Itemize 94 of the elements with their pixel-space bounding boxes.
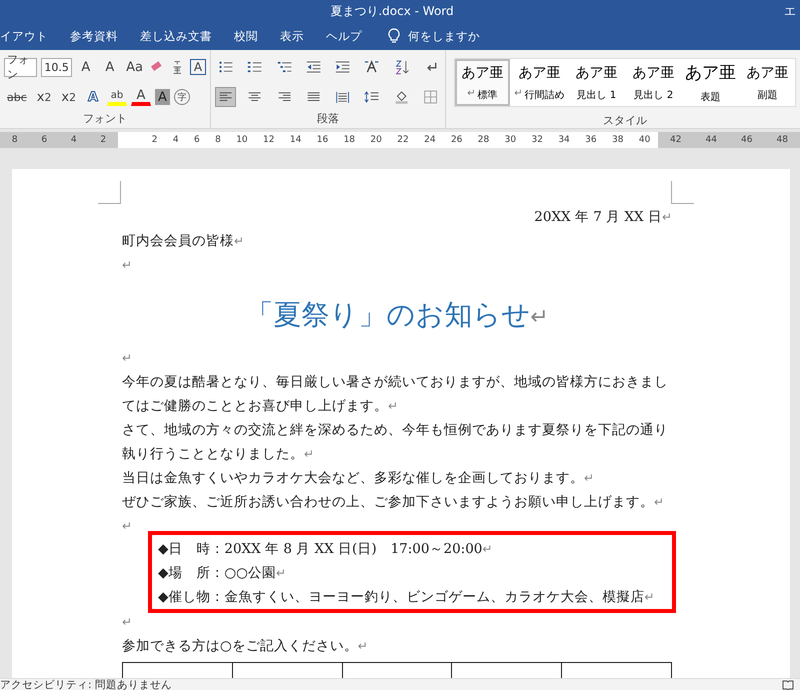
strikethrough-button[interactable]: abc bbox=[4, 87, 30, 107]
ruler-number: 38 bbox=[612, 135, 624, 145]
ribbon-tab[interactable]: イアウト bbox=[0, 26, 48, 46]
ruler-number: 34 bbox=[558, 135, 570, 145]
font-button[interactable]: A bbox=[76, 57, 96, 77]
font-name-field[interactable]: フォン bbox=[4, 58, 38, 76]
status-text: アクセシビリティ: 問題ありません bbox=[0, 678, 172, 690]
style-preview: あア亜 bbox=[462, 64, 504, 82]
window-title: 夏まつり.docx - Word bbox=[329, 2, 455, 20]
paragraph-mark: ↵ bbox=[122, 519, 132, 533]
body-text: 参加できる方は○をご記入ください。↵ bbox=[122, 637, 369, 656]
highlight-button[interactable]: ab bbox=[106, 88, 127, 106]
style-gallery-item[interactable]: あア亜 見出し 1 bbox=[569, 59, 624, 106]
ruler-number: 46 bbox=[741, 135, 752, 145]
character-shading-button[interactable]: A bbox=[154, 89, 170, 105]
body-text: ◆日 時：20XX 年 8 月 XX 日(日) 17:00～20:00↵ bbox=[158, 540, 494, 559]
ruler-number: 22 bbox=[397, 135, 409, 145]
borders-icon bbox=[422, 88, 438, 106]
ruler-number: 12 bbox=[263, 135, 274, 145]
paragraph-mark: ↵ bbox=[514, 88, 523, 100]
font-button[interactable]: A bbox=[100, 57, 120, 77]
ruler-number: 26 bbox=[450, 135, 462, 145]
ruler-number: 4 bbox=[70, 135, 77, 145]
ruler-number: 44 bbox=[706, 135, 717, 145]
margin-corner-mark bbox=[671, 181, 694, 204]
character-border-button[interactable]: A bbox=[190, 59, 206, 75]
ruler-number: 2 bbox=[100, 135, 106, 145]
paragraph-mark: ↵ bbox=[122, 615, 132, 629]
ruler-number: 16 bbox=[316, 135, 328, 145]
sort-icon bbox=[394, 58, 409, 76]
style-name: 表題 bbox=[700, 90, 720, 104]
ruler-number: 8 bbox=[12, 135, 18, 145]
paragraph-mark: ↵ bbox=[467, 88, 476, 100]
body-text: 町内会会員の皆様↵ bbox=[122, 232, 246, 251]
margin-corner-mark bbox=[98, 181, 121, 204]
body-text: 今年の夏は酷暑となり、毎日厳しい暑さが続いておりますが、地域の皆様方におきましてはご健勝のこととお喜び申し上げます。↵ bbox=[122, 373, 669, 416]
tell-me-field[interactable]: 何をしますか bbox=[408, 26, 480, 46]
style-gallery-item[interactable]: あア亜 表題 bbox=[683, 59, 738, 106]
style-gallery-item[interactable]: あア亜 ↵ 標準 bbox=[455, 59, 510, 106]
style-preview: あア亜 bbox=[632, 64, 674, 82]
body-text: ぜひご家族、ご近所お誘い合わせの上、ご参加下さいますようお願い申し上げます。↵ bbox=[122, 493, 666, 512]
body-text: 当日は金魚すくいやカラオケ大会など、多彩な催しを企画しております。↵ bbox=[122, 469, 596, 488]
ruler-number: 18 bbox=[344, 135, 356, 145]
ruler-number: 20 bbox=[370, 135, 382, 145]
ruler-number: 36 bbox=[585, 135, 597, 145]
style-name: 標準 bbox=[478, 88, 498, 102]
ruler-number: 10 bbox=[236, 135, 248, 145]
ruler-number: 2 bbox=[152, 135, 158, 145]
group-label: スタイル bbox=[602, 113, 648, 128]
ruler-number: 6 bbox=[41, 135, 48, 145]
style-preview: あア亜 bbox=[518, 64, 560, 82]
document-title: 「夏祭り」のお知らせ↵ bbox=[244, 297, 550, 333]
ruler-number: 30 bbox=[504, 135, 516, 145]
align-left-button[interactable] bbox=[215, 87, 236, 107]
group-label: フォント bbox=[82, 111, 128, 126]
font-color-button[interactable]: A bbox=[130, 88, 151, 106]
ruler-number: 6 bbox=[194, 135, 200, 145]
ribbon-tab[interactable]: 差し込み文書 bbox=[140, 26, 212, 46]
ruler-number: 14 bbox=[290, 135, 302, 145]
style-gallery-item[interactable]: あア亜 見出し 2 bbox=[626, 59, 681, 106]
body-text: ◆場 所：○○公園↵ bbox=[158, 564, 288, 583]
style-preview: あア亜 bbox=[685, 62, 736, 84]
ribbon-tab[interactable]: 校閲 bbox=[234, 26, 258, 46]
style-name: 行間詰め bbox=[524, 88, 565, 102]
ruler-number: 42 bbox=[670, 135, 682, 145]
ruler-number: 32 bbox=[531, 135, 543, 145]
read-mode-icon[interactable] bbox=[782, 680, 794, 690]
style-name: 副題 bbox=[758, 88, 778, 102]
font-size-field[interactable]: 10.5 bbox=[41, 58, 72, 76]
lightbulb-icon bbox=[388, 28, 400, 44]
ribbon-tab[interactable]: 参考資料 bbox=[70, 26, 118, 46]
ribbon-tab[interactable]: 表示 bbox=[280, 26, 304, 46]
ruler-number: 28 bbox=[478, 135, 490, 145]
ruler-number: 8 bbox=[215, 135, 221, 145]
style-name: 見出し 2 bbox=[634, 88, 674, 102]
style-preview: あア亜 bbox=[576, 64, 618, 82]
style-preview: あア亜 bbox=[746, 64, 788, 82]
group-label: 段落 bbox=[316, 111, 340, 126]
ruler-number: 4 bbox=[172, 135, 179, 145]
paragraph-mark: ↵ bbox=[122, 351, 132, 365]
style-gallery-item[interactable]: あア亜 副題 bbox=[740, 59, 795, 106]
style-gallery-item[interactable]: あア亜 ↵ 行間詰め bbox=[512, 59, 567, 106]
account-name[interactable]: エ bbox=[784, 2, 800, 20]
ruler-number: 24 bbox=[424, 135, 436, 145]
body-text: さて、地域の方々の交流と絆を深めるため、今年も恒例であります夏祭りを下記の通り執り行うこととなりました。↵ bbox=[122, 421, 669, 464]
style-name: 見出し 1 bbox=[576, 88, 616, 102]
body-text: ◆催し物：金魚すくい、ヨーヨー釣り、ビンゴゲーム、カラオケ大会、模擬店↵ bbox=[158, 588, 656, 607]
paragraph-mark: ↵ bbox=[122, 258, 132, 272]
body-text: 20XX 年 7 月 XX 日↵ bbox=[533, 208, 672, 227]
ribbon-tab[interactable]: ヘルプ bbox=[326, 26, 362, 46]
enclosed-character-button[interactable]: 字 bbox=[174, 89, 190, 105]
font-button[interactable]: Aa bbox=[124, 57, 146, 77]
ruler-number: 48 bbox=[776, 135, 788, 145]
ruler-number: 40 bbox=[638, 135, 650, 145]
